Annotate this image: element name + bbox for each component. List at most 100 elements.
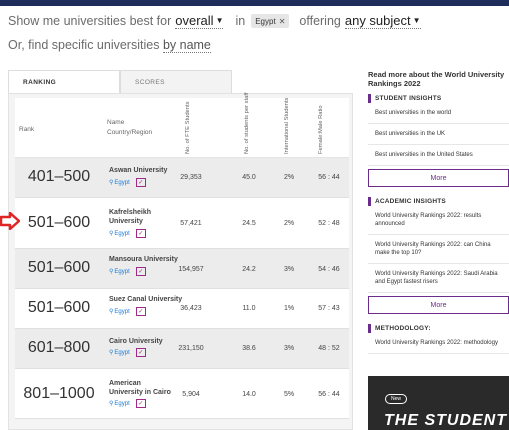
header-rank[interactable]: Rank (19, 125, 34, 134)
table-row[interactable]: 501–600 Suez Canal University ⚲ Egypt ✓ 36… (15, 289, 349, 329)
students-per-staff-value: 24.2 (242, 266, 256, 273)
find-by-name-link[interactable]: by name (162, 38, 211, 53)
header-female-male-ratio[interactable]: Female:Male Ratio (317, 105, 326, 154)
academic-insights-heading: ACADEMIC INSIGHTS (368, 197, 509, 206)
international-students-value: 2% (283, 220, 295, 227)
compare-icon[interactable]: ✓ (135, 307, 146, 316)
academic-insights-more-button[interactable]: More (368, 296, 509, 314)
table-row[interactable]: 601–800 Cairo University ⚲ Egypt ✓ 231,150… (15, 329, 349, 369)
female-male-ratio-value: 56 : 44 (318, 391, 340, 398)
compare-icon[interactable]: ✓ (135, 267, 146, 276)
chevron-down-icon: ▼ (412, 16, 421, 25)
chevron-down-icon: ▼ (215, 16, 224, 25)
student-insights-title: STUDENT INSIGHTS (375, 95, 442, 102)
location-pin-icon: ⚲ (109, 180, 114, 186)
subject-select[interactable]: any subject ▼ (344, 13, 421, 29)
header-country[interactable]: Country/Region (107, 128, 152, 137)
country-filter-chip[interactable]: Egypt ✕ (251, 14, 290, 28)
university-name-link[interactable]: Kafrelsheikh University (109, 208, 163, 226)
fte-students-value: 5,904 (182, 391, 200, 398)
student-insight-link[interactable]: Best universities in the United States (368, 145, 509, 166)
student-insight-link[interactable]: Best universities in the world (368, 103, 509, 124)
rankings-table: Rank Name Country/Region No. of FTE Stud… (15, 93, 349, 419)
rank-value: 501–600 (27, 299, 91, 316)
header-students-per-staff[interactable]: No. of students per staff (243, 93, 252, 154)
international-students-value: 1% (283, 305, 295, 312)
metric-select[interactable]: overall ▼ (175, 13, 224, 29)
metric-select-value: overall (175, 13, 214, 28)
university-name-link[interactable]: Mansoura University (109, 255, 189, 264)
university-name-link[interactable]: American University in Cairo (109, 379, 173, 397)
location-pin-icon: ⚲ (109, 269, 114, 275)
students-per-staff-value: 38.6 (242, 345, 256, 352)
students-per-staff-value: 14.0 (242, 391, 256, 398)
methodology-heading: METHODOLOGY: (368, 324, 509, 333)
filter-prefix: Show me universities best for (8, 14, 172, 28)
fte-students-value: 154,957 (178, 266, 204, 273)
table-row[interactable]: 501–600 Kafrelsheikh University ⚲ Egypt ✓ … (15, 198, 349, 249)
section-accent-bar (368, 197, 371, 206)
rank-value: 601–800 (27, 339, 91, 356)
read-more-heading[interactable]: Read more about the World University Ran… (368, 70, 509, 88)
in-label: in (235, 14, 246, 28)
location-pin-icon: ⚲ (109, 231, 114, 237)
academic-insight-link[interactable]: World University Rankings 2022: Saudi Ar… (368, 264, 509, 293)
table-row[interactable]: 401–500 Aswan University ⚲ Egypt ✓ 29,353 … (15, 158, 349, 198)
female-male-ratio-value: 54 : 46 (318, 266, 340, 273)
international-students-value: 2% (283, 174, 295, 181)
methodology-link[interactable]: World University Rankings 2022: methodol… (368, 333, 509, 354)
ranking-tabs: RANKING SCORES (8, 70, 353, 94)
offering-label: offering (299, 14, 341, 28)
location: ⚲ Egypt ✓ (109, 307, 146, 316)
close-icon[interactable]: ✕ (279, 17, 286, 26)
location: ⚲ Egypt ✓ (109, 267, 146, 276)
header-name[interactable]: Name (107, 118, 124, 127)
students-per-staff-value: 11.0 (242, 305, 256, 312)
academic-insight-link[interactable]: World University Rankings 2022: can Chin… (368, 235, 509, 264)
university-name-link[interactable]: Suez Canal University (109, 295, 189, 304)
table-row[interactable]: 501–600 Mansoura University ⚲ Egypt ✓ 154,… (15, 249, 349, 289)
location-pin-icon: ⚲ (109, 401, 114, 407)
compare-icon[interactable]: ✓ (135, 399, 146, 408)
methodology-title: METHODOLOGY: (375, 325, 431, 332)
subject-select-value: any subject (344, 13, 411, 28)
academic-insight-link[interactable]: World University Rankings 2022: results … (368, 206, 509, 235)
international-students-value: 5% (283, 391, 295, 398)
new-badge: New (385, 394, 407, 404)
section-accent-bar (368, 94, 371, 103)
table-row[interactable]: 801–1000 American University in Cairo ⚲ E… (15, 369, 349, 419)
academic-insights-title: ACADEMIC INSIGHTS (375, 198, 446, 205)
find-prefix: Or, find specific universities (8, 38, 160, 52)
section-accent-bar (368, 324, 371, 333)
compare-icon[interactable]: ✓ (135, 229, 146, 238)
country-link[interactable]: Egypt (114, 401, 129, 407)
rank-value: 401–500 (27, 168, 91, 185)
country-link[interactable]: Egypt (114, 350, 129, 356)
student-insight-link[interactable]: Best universities in the UK (368, 124, 509, 145)
female-male-ratio-value: 52 : 48 (318, 220, 340, 227)
location-pin-icon: ⚲ (109, 350, 114, 356)
header-international-students[interactable]: International Students (283, 98, 292, 154)
female-male-ratio-value: 48 : 52 (318, 345, 340, 352)
student-insights-heading: STUDENT INSIGHTS (368, 94, 509, 103)
tab-ranking[interactable]: RANKING (8, 70, 120, 94)
country-link[interactable]: Egypt (114, 269, 129, 275)
student-insights-more-button[interactable]: More (368, 169, 509, 187)
compare-icon[interactable]: ✓ (135, 348, 146, 357)
country-link[interactable]: Egypt (114, 231, 129, 237)
rank-value: 501–600 (27, 259, 91, 276)
table-header: Rank Name Country/Region No. of FTE Stud… (15, 93, 349, 158)
fte-students-value: 36,423 (180, 305, 202, 312)
country-link[interactable]: Egypt (114, 309, 129, 315)
compare-icon[interactable]: ✓ (135, 178, 146, 187)
fte-students-value: 231,150 (178, 345, 204, 352)
find-by-name-row: Or, find specific universities by name (8, 38, 211, 53)
promo-banner[interactable]: New THE STUDENT (368, 376, 509, 430)
location: ⚲ Egypt ✓ (109, 348, 146, 357)
tab-scores[interactable]: SCORES (120, 70, 232, 94)
international-students-value: 3% (283, 266, 295, 273)
students-per-staff-value: 45.0 (242, 174, 256, 181)
country-link[interactable]: Egypt (114, 180, 129, 186)
header-fte-students[interactable]: No. of FTE Students (184, 101, 193, 154)
students-per-staff-value: 24.5 (242, 220, 256, 227)
